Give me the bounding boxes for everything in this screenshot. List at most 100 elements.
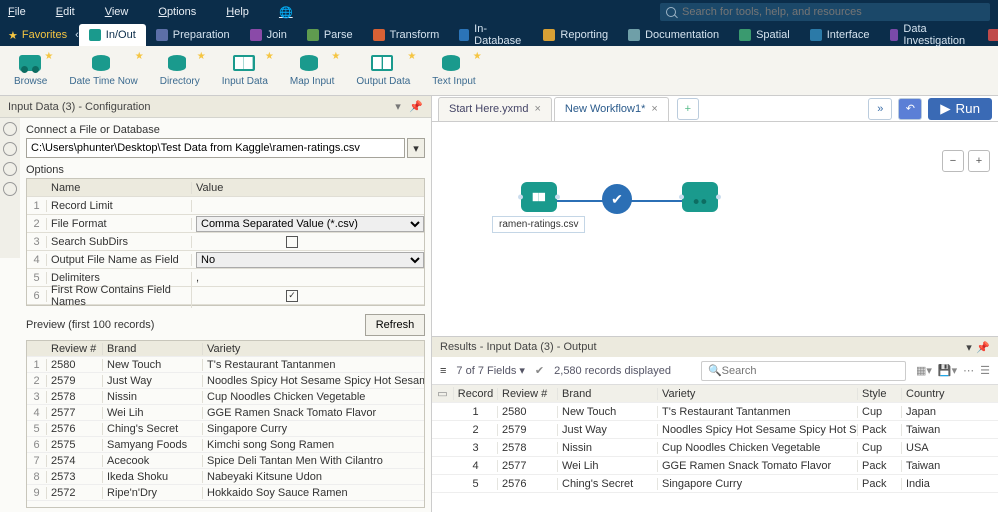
table-row[interactable]: 52576Ching's SecretSingapore CurryPackIn… [432, 475, 998, 493]
preview-row[interactable]: 52576Ching's SecretSingapore Curry [27, 421, 424, 437]
cat-label: Transform [390, 29, 440, 41]
close-icon[interactable]: × [651, 103, 657, 115]
table-row[interactable]: 42577Wei LihGGE Ramen Snack Tomato Flavo… [432, 457, 998, 475]
tool-browse[interactable]: ★Browse [14, 55, 47, 87]
expand-icon[interactable]: ▾ [391, 100, 405, 113]
tool-directory[interactable]: ★Directory [160, 55, 200, 87]
add-tab-button[interactable]: + [677, 98, 699, 120]
option-row[interactable]: 4Output File Name as FieldNo [27, 251, 424, 269]
collapse-icon[interactable]: ▾ [962, 341, 976, 354]
results-title: Results - Input Data (3) - Output [440, 341, 597, 353]
star-icon: ★ [135, 51, 144, 62]
zoom-out-button[interactable]: − [942, 150, 964, 172]
option-row[interactable]: 1Record Limit [27, 197, 424, 215]
menu-help[interactable]: Help [226, 6, 249, 18]
sidetab-1[interactable] [3, 122, 17, 136]
menu-view[interactable]: View [105, 6, 129, 18]
sidetab-2[interactable] [3, 142, 17, 156]
node-select[interactable] [602, 184, 632, 214]
close-icon[interactable]: × [534, 103, 540, 115]
preview-table[interactable]: Review #BrandVariety 12580New TouchT's R… [26, 340, 425, 508]
globe-icon[interactable]: 🌐 [279, 6, 293, 19]
results-search-input[interactable] [722, 365, 899, 377]
file-dropdown[interactable]: ▾ [407, 138, 425, 158]
cat-documentation[interactable]: Documentation [618, 24, 729, 46]
cat-transform[interactable]: Transform [363, 24, 450, 46]
col[interactable]: Country [902, 388, 958, 400]
preview-row[interactable]: 62575Samyang FoodsKimchi song Song Ramen [27, 437, 424, 453]
option-checkbox[interactable]: ✓ [286, 290, 298, 302]
preview-row[interactable]: 82573Ikeda ShokuNabeyaki Kitsune Udon [27, 469, 424, 485]
list-icon[interactable]: ☰ [980, 364, 990, 377]
pin-icon[interactable]: 📌 [976, 341, 990, 354]
overflow-button[interactable]: » [868, 98, 892, 120]
preview-row[interactable]: 92572Ripe'n'DryHokkaido Soy Sauce Ramen [27, 485, 424, 501]
menu-edit[interactable]: Edit [56, 6, 75, 18]
results-table[interactable]: ▭ Record Review # Brand Variety Style Co… [432, 385, 998, 512]
option-row[interactable]: 2File FormatComma Separated Value (*.csv… [27, 215, 424, 233]
cat-parse[interactable]: Parse [297, 24, 363, 46]
favorites-tab[interactable]: ★ Favorites [0, 24, 75, 46]
run-button[interactable]: ▶ Run [928, 98, 992, 120]
global-search[interactable] [660, 3, 990, 21]
option-checkbox[interactable] [286, 236, 298, 248]
node-input-data[interactable]: ramen-ratings.csv [492, 182, 585, 233]
sidetab-4[interactable] [3, 182, 17, 196]
cat-predictive[interactable]: Predictive [978, 24, 998, 46]
results-search[interactable]: 🔍 [701, 361, 906, 381]
refresh-button[interactable]: Refresh [365, 314, 425, 336]
tab-new-workflow[interactable]: New Workflow1*× [554, 97, 669, 121]
table-row[interactable]: 32578NissinCup Noodles Chicken Vegetable… [432, 439, 998, 457]
tool-datetime-now[interactable]: ★Date Time Now [69, 55, 137, 87]
menu-options[interactable]: Options [158, 6, 196, 18]
cat-data-investigation[interactable]: Data Investigation [880, 24, 979, 46]
col[interactable]: Record [454, 388, 498, 400]
preview-row[interactable]: 42577Wei LihGGE Ramen Snack Tomato Flavo… [27, 405, 424, 421]
metadata-icon[interactable]: ▦▾ [916, 364, 932, 377]
option-select[interactable]: Comma Separated Value (*.csv) [196, 216, 424, 232]
workflow-canvas[interactable]: − + ramen-ratings.csv [432, 122, 998, 336]
pin-icon[interactable]: 📌 [409, 100, 423, 113]
option-row[interactable]: 6First Row Contains Field Names✓ [27, 287, 424, 305]
table-row[interactable]: 12580New TouchT's Restaurant TantanmenCu… [432, 403, 998, 421]
col[interactable]: Brand [558, 388, 658, 400]
tool-text-input[interactable]: ★Text Input [432, 55, 475, 87]
cat-in-database[interactable]: In-Database [449, 24, 533, 46]
cat-in-out[interactable]: In/Out [79, 24, 146, 46]
cat-reporting[interactable]: Reporting [533, 24, 618, 46]
global-search-input[interactable] [682, 6, 984, 18]
hamburger-icon[interactable]: ≡ [440, 365, 446, 377]
option-select[interactable]: No [196, 252, 424, 268]
favorites-label: Favorites [22, 29, 67, 41]
preview-row[interactable]: 72574AcecookSpice Deli Tantan Men With C… [27, 453, 424, 469]
table-row[interactable]: 22579Just WayNoodles Spicy Hot Sesame Sp… [432, 421, 998, 439]
preview-row[interactable]: 12580New TouchT's Restaurant Tantanmen [27, 357, 424, 373]
tab-start-here[interactable]: Start Here.yxmd× [438, 97, 552, 121]
actions-icon[interactable]: ⋯ [963, 364, 974, 377]
save-icon[interactable]: 💾▾ [938, 364, 957, 377]
cat-preparation[interactable]: Preparation [146, 24, 240, 46]
option-row[interactable]: 3Search SubDirs [27, 233, 424, 251]
cat-join[interactable]: Join [240, 24, 297, 46]
tool-input-data[interactable]: ★Input Data [222, 55, 268, 87]
zoom-in-button[interactable]: + [968, 150, 990, 172]
col[interactable]: Style [858, 388, 902, 400]
preview-row[interactable]: 32578NissinCup Noodles Chicken Vegetable [27, 389, 424, 405]
file-path-input[interactable] [26, 138, 405, 158]
tool-output-data[interactable]: ★Output Data [356, 55, 410, 87]
undo-button[interactable]: ↶ [898, 98, 922, 120]
tool-map-input[interactable]: ★Map Input [290, 55, 334, 87]
col[interactable]: Review # [498, 388, 558, 400]
cat-spatial[interactable]: Spatial [729, 24, 800, 46]
tool-label: Text Input [432, 77, 475, 87]
connector[interactable] [627, 200, 687, 202]
sidetab-3[interactable] [3, 162, 17, 176]
menu-file[interactable]: File [8, 6, 26, 18]
node-browse[interactable] [682, 182, 718, 212]
cat-interface[interactable]: Interface [800, 24, 880, 46]
config-sidetabs [0, 118, 20, 258]
star-icon: ★ [197, 51, 206, 62]
preview-row[interactable]: 22579Just WayNoodles Spicy Hot Sesame Sp… [27, 373, 424, 389]
col[interactable]: Variety [658, 388, 858, 400]
row-select-col[interactable]: ▭ [432, 387, 454, 400]
